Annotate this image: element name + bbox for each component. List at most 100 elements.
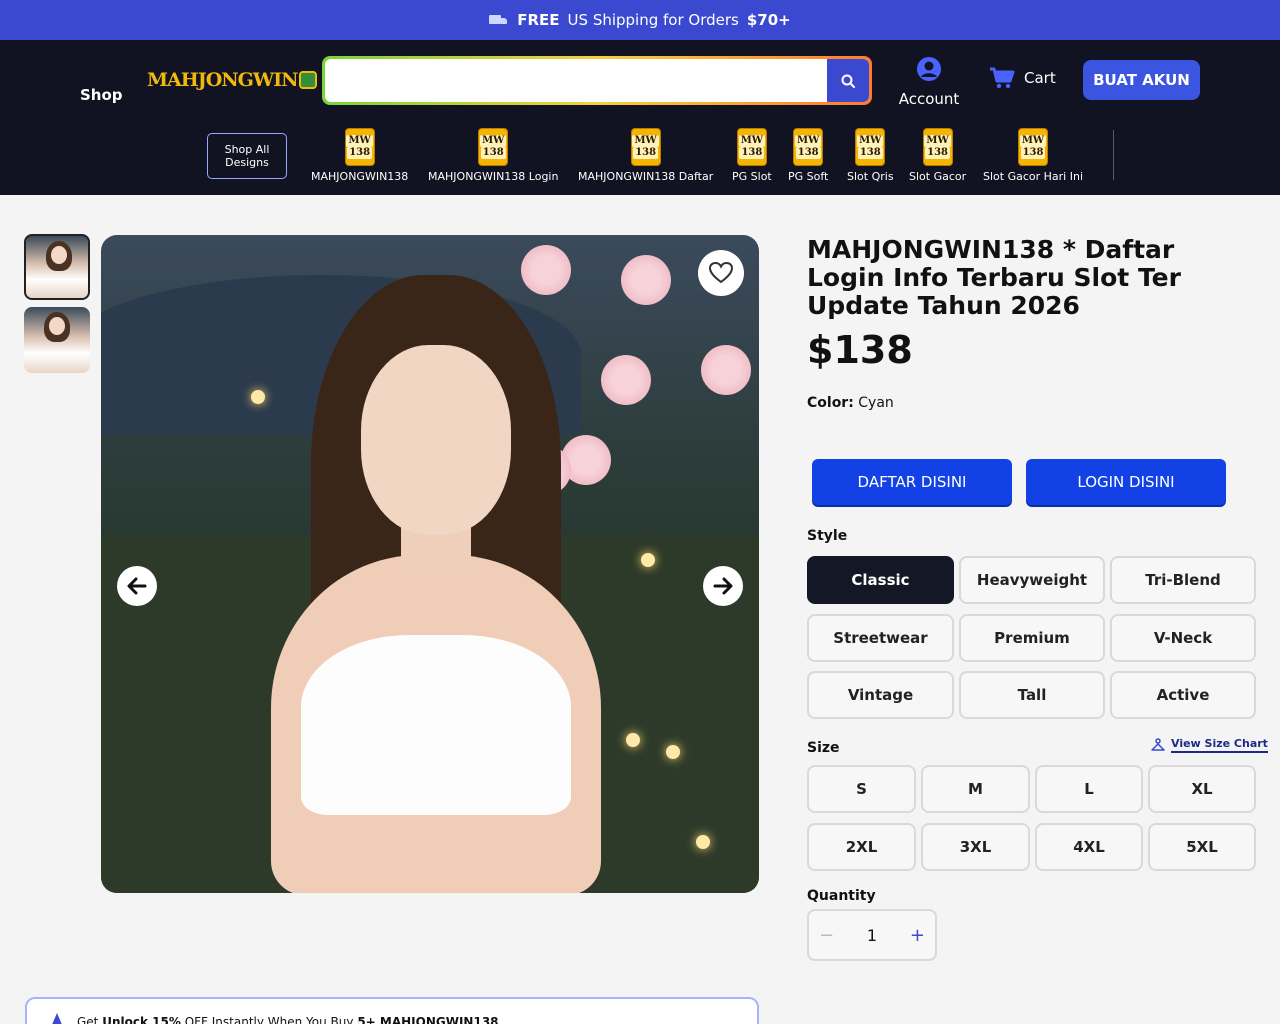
style-option-active[interactable]: Active: [1110, 671, 1256, 719]
category-item[interactable]: MW 138 PG Soft: [788, 128, 828, 183]
category-badge-icon: MW 138: [855, 128, 886, 166]
style-option-premium[interactable]: Premium: [959, 614, 1105, 662]
category-badge-icon: MW 138: [630, 128, 661, 166]
size-option-m[interactable]: M: [921, 765, 1030, 813]
search-bar: [322, 56, 872, 105]
image-flower: [621, 255, 671, 305]
product-title: MAHJONGWIN138 * Daftar Login Info Terbar…: [807, 235, 1181, 320]
category-badge-icon: MW 138: [344, 128, 375, 166]
size-option-l[interactable]: L: [1035, 765, 1143, 813]
cart-label: Cart: [1024, 69, 1056, 87]
style-option-streetwear[interactable]: Streetwear: [807, 614, 954, 662]
thumbnail-face: [49, 317, 65, 335]
logo-coin-icon: [299, 71, 318, 89]
arrow-left-icon: [127, 577, 147, 595]
size-option-xl[interactable]: XL: [1148, 765, 1256, 813]
badge-bottom: 138: [1020, 147, 1046, 159]
account-label: Account: [898, 90, 960, 108]
category-item[interactable]: MW 138 Slot Qris: [847, 128, 894, 183]
color-value: Cyan: [858, 395, 894, 411]
promo-text: US Shipping for Orders: [567, 11, 739, 29]
bundle-mid: OFF Instantly When You Buy: [184, 1015, 354, 1024]
badge-bottom: 138: [347, 147, 373, 159]
search-inner: [325, 59, 869, 102]
badge-top: MW: [924, 135, 951, 147]
search-input[interactable]: [325, 59, 827, 102]
size-option-3xl[interactable]: 3XL: [921, 823, 1030, 871]
image-light: [666, 745, 680, 759]
category-item[interactable]: MW 138 PG Slot: [732, 128, 772, 183]
signup-button[interactable]: BUAT AKUN: [1083, 60, 1200, 100]
badge-bottom: 138: [480, 147, 506, 159]
bundle-bold-2: 5+ MAHJONGWIN138: [357, 1015, 499, 1024]
badge-top: MW: [632, 135, 659, 147]
promo-bold: FREE: [517, 11, 560, 29]
image-light: [696, 835, 710, 849]
heart-icon: [708, 261, 734, 284]
product-thumbnail[interactable]: [24, 307, 90, 373]
style-option-vintage[interactable]: Vintage: [807, 671, 954, 719]
size-option-5xl[interactable]: 5XL: [1148, 823, 1256, 871]
wishlist-button[interactable]: [698, 250, 744, 296]
category-item[interactable]: MW 138 Slot Gacor: [909, 128, 966, 183]
login-button[interactable]: LOGIN DISINI: [1026, 459, 1226, 505]
quantity-value[interactable]: 1: [867, 926, 877, 945]
style-option-v-neck[interactable]: V-Neck: [1110, 614, 1256, 662]
badge-bottom: 138: [795, 147, 821, 159]
style-label: Style: [807, 528, 848, 544]
category-label: MAHJONGWIN138 Login: [428, 170, 559, 183]
promo-bar: FREE US Shipping for Orders $70+: [0, 0, 1280, 40]
category-label: Slot Gacor Hari Ini: [983, 170, 1083, 183]
product-price: $138: [807, 328, 913, 372]
account-icon: [917, 57, 941, 81]
category-label: Slot Gacor: [909, 170, 967, 183]
bundle-offer-banner: Get Unlock 15% OFF Instantly When You Bu…: [25, 997, 759, 1024]
badge-top: MW: [738, 135, 766, 147]
style-option-tri-blend[interactable]: Tri-Blend: [1110, 556, 1256, 604]
category-item[interactable]: MW 138 MAHJONGWIN138 Daftar: [578, 128, 713, 183]
style-option-classic[interactable]: Classic: [807, 556, 954, 604]
size-option-s[interactable]: S: [807, 765, 916, 813]
category-item[interactable]: MW 138 MAHJONGWIN138: [311, 128, 408, 183]
image-face: [361, 345, 511, 535]
search-icon: [841, 74, 855, 88]
category-badge-icon: MW 138: [1018, 128, 1048, 166]
category-badge-icon: MW 138: [478, 128, 509, 166]
truck-icon: [489, 13, 509, 27]
category-item[interactable]: MW 138 Slot Gacor Hari Ini: [983, 128, 1083, 183]
category-label: PG Slot: [732, 170, 772, 183]
previous-image-button[interactable]: [117, 566, 157, 606]
quantity-decrease-button[interactable]: −: [819, 925, 834, 946]
account-link[interactable]: Account: [893, 56, 965, 108]
category-badge-icon: MW 138: [736, 128, 767, 166]
daftar-button[interactable]: DAFTAR DISINI: [812, 459, 1012, 505]
bundle-prefix: Get: [77, 1015, 99, 1024]
quantity-stepper: − 1 +: [807, 909, 937, 961]
view-size-chart-link[interactable]: View Size Chart: [1151, 737, 1268, 753]
size-chart-label: View Size Chart: [1171, 737, 1268, 753]
size-option-2xl[interactable]: 2XL: [807, 823, 916, 871]
category-item[interactable]: MW 138 MAHJONGWIN138 Login: [428, 128, 558, 183]
badge-bottom: 138: [925, 147, 951, 159]
category-label: MAHJONGWIN138 Daftar: [578, 170, 714, 183]
image-top: [301, 635, 571, 815]
image-light: [251, 390, 265, 404]
category-badge-icon: MW 138: [793, 128, 824, 166]
next-image-button[interactable]: [703, 566, 743, 606]
product-thumbnail[interactable]: [24, 234, 90, 300]
shop-all-designs-button[interactable]: Shop All Designs: [207, 133, 287, 179]
bolt-icon: [51, 1013, 63, 1024]
cart-link[interactable]: Cart: [988, 66, 1056, 90]
style-option-tall[interactable]: Tall: [959, 671, 1105, 719]
category-label: MAHJONGWIN138: [311, 170, 409, 183]
image-light: [641, 553, 655, 567]
thumbnail-face: [51, 246, 67, 264]
size-option-4xl[interactable]: 4XL: [1035, 823, 1143, 871]
category-badge-icon: MW 138: [922, 128, 953, 166]
search-button[interactable]: [827, 59, 869, 102]
style-option-heavyweight[interactable]: Heavyweight: [959, 556, 1105, 604]
badge-bottom: 138: [739, 147, 765, 159]
quantity-increase-button[interactable]: +: [910, 925, 925, 946]
shop-link[interactable]: Shop: [80, 86, 123, 104]
hanger-icon: [1151, 738, 1165, 751]
